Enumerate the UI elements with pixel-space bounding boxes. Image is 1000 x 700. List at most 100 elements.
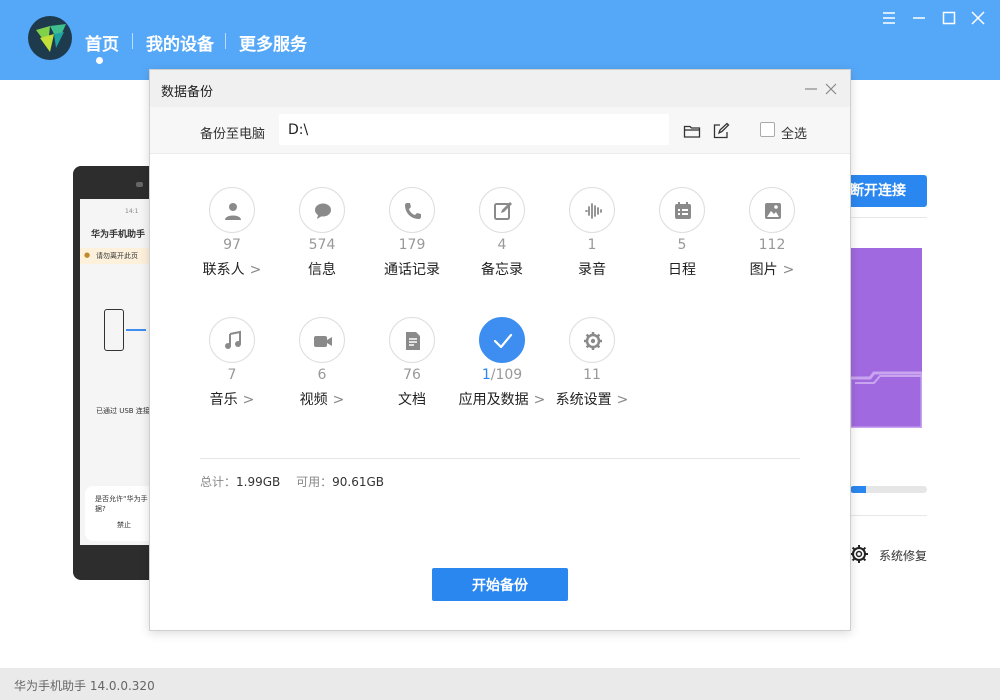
chevron-right-icon[interactable]: > [250, 262, 262, 278]
backup-item[interactable]: 1/109 应用及数据 > [457, 317, 547, 427]
item-label[interactable]: 文档 [367, 389, 457, 409]
item-label[interactable]: 联系人 > [187, 259, 277, 279]
item-count-total: /109 [490, 367, 523, 383]
chevron-right-icon[interactable]: > [783, 262, 795, 278]
item-count: 112 [758, 237, 786, 253]
item-label[interactable]: 信息 [277, 259, 367, 279]
item-label-text: 系统设置 [555, 392, 612, 408]
document-icon[interactable] [389, 317, 435, 363]
app-logo-icon [28, 16, 72, 60]
item-label[interactable]: 应用及数据 > [457, 389, 547, 409]
backup-item[interactable]: 574 信息 [277, 187, 367, 297]
item-label[interactable]: 备忘录 [457, 259, 547, 279]
item-label-text: 音乐 [209, 392, 238, 408]
item-label[interactable]: 系统设置 > [547, 389, 637, 409]
active-nav-indicator [96, 57, 103, 64]
item-label[interactable]: 通话记录 [367, 259, 457, 279]
phone-icon[interactable] [389, 187, 435, 233]
maximize-icon[interactable] [939, 8, 959, 28]
select-all-checkbox[interactable] [760, 122, 775, 137]
item-label[interactable]: 视频 > [277, 389, 367, 409]
backup-item[interactable]: 76 文档 [367, 317, 457, 427]
phone-notice-bar: ● 请勿离开此页 [80, 248, 150, 264]
item-label[interactable]: 音乐 > [187, 389, 277, 409]
settings-icon[interactable] [569, 317, 615, 363]
backup-item[interactable]: 11 系统设置 > [547, 317, 637, 427]
backup-path-input[interactable] [279, 114, 669, 145]
item-count: 97 [223, 237, 241, 253]
contact-icon[interactable] [209, 187, 255, 233]
menu-icon[interactable] [879, 8, 899, 28]
picture-icon[interactable] [749, 187, 795, 233]
backup-item[interactable]: 1 录音 [547, 187, 637, 297]
version-text: 华为手机助手 14.0.0.320 [14, 679, 155, 693]
memo-icon[interactable] [479, 187, 525, 233]
item-label-text: 通话记录 [384, 262, 440, 278]
backup-item[interactable]: 7 音乐 > [187, 317, 277, 427]
item-label[interactable]: 日程 [637, 259, 727, 279]
phone-camera [136, 182, 143, 187]
backup-item[interactable]: 179 通话记录 [367, 187, 457, 297]
edit-icon[interactable] [712, 122, 730, 140]
item-count: 11 [583, 367, 601, 383]
item-label-text: 联系人 [202, 262, 245, 278]
promo-card[interactable] [850, 248, 922, 428]
backup-item[interactable]: 4 备忘录 [457, 187, 547, 297]
usb-connected-text: 已通过 USB 连接 [96, 407, 150, 415]
top-header: 首页 我的设备 更多服务 [0, 0, 1000, 80]
recording-icon[interactable] [569, 187, 615, 233]
storage-stats: 总计：1.99GB 可用：90.61GB [200, 473, 384, 490]
select-all-label[interactable]: 全选 [781, 123, 807, 142]
item-label[interactable]: 录音 [547, 259, 637, 279]
storage-progress-fill [850, 486, 867, 493]
chevron-right-icon[interactable]: > [333, 392, 345, 408]
deny-button[interactable]: 禁止 [117, 520, 131, 530]
music-icon[interactable] [209, 317, 255, 363]
nav-more-services[interactable]: 更多服务 [239, 30, 307, 55]
chevron-right-icon[interactable]: > [617, 392, 629, 408]
item-label-text: 视频 [299, 392, 328, 408]
start-backup-button[interactable]: 开始备份 [432, 568, 568, 601]
system-repair-label[interactable]: 系统修复 [879, 547, 927, 564]
phone-notice: 请勿离开此页 [96, 252, 138, 260]
item-count: 1 [587, 237, 597, 253]
backup-path-bar: 备份至电脑 全选 [150, 107, 850, 154]
item-label[interactable]: 图片 > [727, 259, 817, 279]
phone-illustration [104, 309, 124, 351]
item-count: 6 [317, 367, 327, 383]
phone-app-title: 华为手机助手 [91, 230, 146, 240]
close-icon[interactable] [968, 8, 988, 28]
item-label-text: 录音 [578, 262, 606, 278]
nav-my-devices[interactable]: 我的设备 [146, 30, 214, 55]
warning-icon: ● [84, 251, 91, 259]
dialog-title-bar: 数据备份 [150, 70, 850, 107]
item-count: 76 [403, 367, 421, 383]
chevron-right-icon[interactable]: > [243, 392, 255, 408]
folder-illustration [850, 371, 922, 428]
item-label-text: 信息 [308, 262, 336, 278]
divider [850, 515, 927, 516]
minimize-icon[interactable] [909, 8, 929, 28]
status-bar: 华为手机助手 14.0.0.320 [0, 668, 1000, 700]
backup-item[interactable]: 6 视频 > [277, 317, 367, 427]
gear-icon[interactable] [849, 544, 869, 564]
backup-item[interactable]: 97 联系人 > [187, 187, 277, 297]
item-label-text: 日程 [668, 262, 696, 278]
nav-separator [225, 33, 226, 49]
item-count: 1/109 [457, 367, 547, 383]
check-icon[interactable] [479, 317, 525, 363]
video-icon[interactable] [299, 317, 345, 363]
minimize-icon[interactable] [803, 81, 819, 97]
backup-item[interactable]: 112 图片 > [727, 187, 817, 297]
nav-home[interactable]: 首页 [85, 30, 119, 55]
nav-separator [132, 33, 133, 49]
folder-icon[interactable] [683, 122, 701, 140]
divider [850, 217, 927, 218]
close-icon[interactable] [823, 81, 839, 97]
message-icon[interactable] [299, 187, 345, 233]
phone-time: 14:1 [125, 208, 139, 215]
calendar-icon[interactable] [659, 187, 705, 233]
dialog-title: 数据备份 [161, 85, 214, 100]
backup-item[interactable]: 5 日程 [637, 187, 727, 297]
chevron-right-icon[interactable]: > [534, 392, 546, 408]
